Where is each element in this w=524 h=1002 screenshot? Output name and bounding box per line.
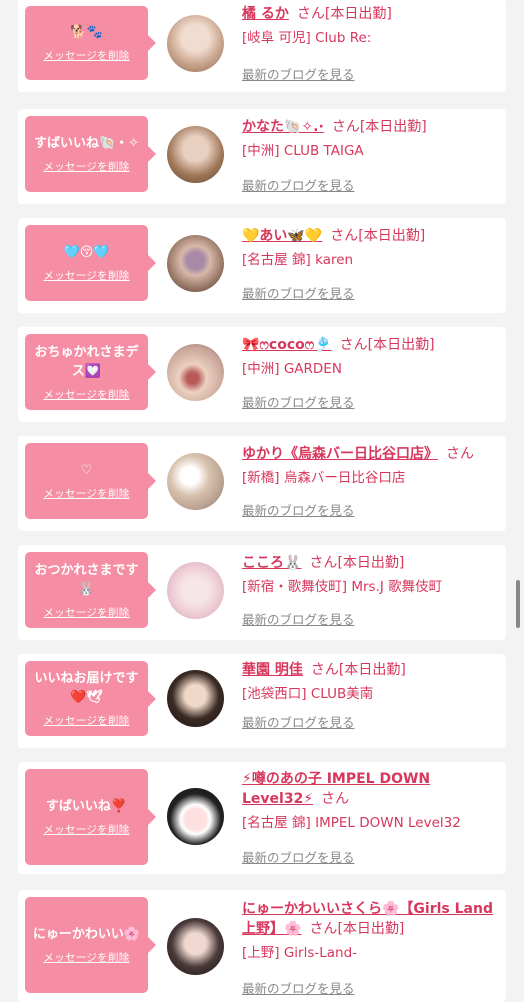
message-text: すばいいね❣️: [45, 799, 128, 814]
status-label: [本日出勤]: [338, 662, 406, 678]
delete-message-link[interactable]: メッセージを削除: [43, 387, 129, 402]
avatar[interactable]: [167, 670, 224, 727]
delete-message-link[interactable]: メッセージを削除: [43, 159, 129, 174]
status-label: [本日出勤]: [359, 119, 427, 135]
shop-label: [新橋] 烏森バー日比谷口店: [242, 470, 406, 486]
status-label: [本日出勤]: [337, 921, 405, 937]
cast-card: いいねお届けです❤️🕊 メッセージを削除 華園 明佳 さん[本日出勤] [池袋西口…: [18, 654, 506, 748]
cast-name-link[interactable]: ゆかり《烏森バー日比谷口店》: [242, 446, 438, 462]
message-bubble: にゅーかわいい🌸 メッセージを削除: [25, 897, 156, 993]
message-bubble: おつかれさまです🐰 メッセージを削除: [25, 552, 156, 628]
message-text: 🐕🐾: [70, 25, 103, 40]
delete-message-link[interactable]: メッセージを削除: [43, 605, 129, 620]
message-text: ♡: [80, 463, 93, 478]
san-label: さん: [321, 791, 350, 807]
message-bubble: ♡ メッセージを削除: [25, 443, 156, 519]
cast-name-link[interactable]: 華園 明佳: [242, 662, 303, 678]
san-label: さん: [331, 119, 360, 135]
san-label: さん: [309, 921, 338, 937]
message-text: 🩵😚🩵: [63, 245, 110, 260]
shop-label: [中洲] GARDEN: [242, 361, 342, 377]
cast-name-link[interactable]: 🎀ෆcocoෆ🎐: [242, 337, 332, 353]
blog-link[interactable]: 最新のブログを見る: [242, 392, 355, 411]
avatar[interactable]: [167, 15, 224, 72]
blog-link[interactable]: 最新のブログを見る: [242, 847, 355, 866]
shop-label: [名古屋 錦] karen: [242, 252, 354, 268]
message-text: おつかれさまです🐰: [34, 562, 139, 597]
san-label: さん: [309, 555, 338, 571]
message-text: にゅーかわいい🌸: [32, 927, 141, 942]
avatar[interactable]: [167, 235, 224, 292]
status-label: [本日出勤]: [337, 555, 405, 571]
shop-label: [名古屋 錦] IMPEL DOWN Level32: [242, 815, 461, 831]
message-text: すばいいね🐚・✧: [33, 136, 140, 151]
cast-card: 🩵😚🩵 メッセージを削除 💛あい🦋💛 さん[本日出勤] [名古屋 錦] karen…: [18, 218, 506, 313]
san-label: さん: [330, 228, 359, 244]
message-text: おちゅかれさまデス💟: [34, 344, 139, 379]
avatar[interactable]: [167, 788, 224, 845]
cast-card: すばいいね❣️ メッセージを削除 ⚡噂のあの子 IMPEL DOWN Level…: [18, 762, 506, 874]
shop-label: [上野] Girls-Land-: [242, 945, 358, 961]
cast-card: おちゅかれさまデス💟 メッセージを削除 🎀ෆcocoෆ🎐 さん[本日出勤] [中洲…: [18, 327, 506, 422]
blog-link[interactable]: 最新のブログを見る: [242, 64, 355, 83]
blog-link[interactable]: 最新のブログを見る: [242, 609, 355, 628]
cast-name-link[interactable]: 💛あい🦋💛: [242, 228, 322, 244]
delete-message-link[interactable]: メッセージを削除: [43, 486, 129, 501]
blog-link[interactable]: 最新のブログを見る: [242, 283, 355, 302]
san-label: さん: [296, 6, 325, 22]
message-bubble: すばいいね🐚・✧ メッセージを削除: [25, 116, 156, 192]
status-label: [本日出勤]: [358, 228, 426, 244]
message-text: いいねお届けです❤️🕊: [34, 671, 139, 705]
san-label: さん: [446, 446, 474, 462]
shop-label: [岐阜 可児] Club Re:: [242, 30, 372, 46]
san-label: さん: [310, 662, 339, 678]
cast-name-link[interactable]: かなた🐚✧.·: [242, 119, 324, 135]
message-bubble: 🐕🐾 メッセージを削除: [25, 6, 156, 80]
delete-message-link[interactable]: メッセージを削除: [43, 950, 129, 965]
message-bubble: おちゅかれさまデス💟 メッセージを削除: [25, 334, 156, 410]
cast-name-link[interactable]: 橘 るか: [242, 6, 289, 22]
shop-label: [新宿・歌舞伎町] Mrs.J 歌舞伎町: [242, 579, 443, 595]
blog-link[interactable]: 最新のブログを見る: [242, 978, 355, 997]
delete-message-link[interactable]: メッセージを削除: [43, 268, 129, 283]
avatar[interactable]: [167, 453, 224, 510]
cast-name-link[interactable]: こころ🐰: [242, 555, 301, 571]
cast-card: 🐕🐾 メッセージを削除 橘 るか さん[本日出勤] [岐阜 可児] Club Re…: [18, 0, 506, 92]
message-bubble: 🩵😚🩵 メッセージを削除: [25, 225, 156, 301]
avatar[interactable]: [167, 344, 224, 401]
blog-link[interactable]: 最新のブログを見る: [242, 175, 355, 194]
scrollbar[interactable]: [516, 580, 520, 628]
message-bubble: すばいいね❣️ メッセージを削除: [25, 769, 156, 865]
blog-link[interactable]: 最新のブログを見る: [242, 500, 355, 519]
cast-card: ♡ メッセージを削除 ゆかり《烏森バー日比谷口店》 さん [新橋] 烏森バー日比谷…: [18, 436, 506, 531]
delete-message-link[interactable]: メッセージを削除: [43, 48, 129, 63]
status-label: [本日出勤]: [367, 337, 435, 353]
avatar[interactable]: [167, 562, 224, 619]
san-label: さん: [339, 337, 368, 353]
status-label: [本日出勤]: [324, 6, 392, 22]
avatar[interactable]: [167, 126, 224, 183]
cast-card: すばいいね🐚・✧ メッセージを削除 かなた🐚✧.· さん[本日出勤] [中洲] C…: [18, 109, 506, 204]
cast-card: にゅーかわいい🌸 メッセージを削除 にゅーかわいいさくら🌸【Girls Land…: [18, 890, 506, 1002]
message-bubble: いいねお届けです❤️🕊 メッセージを削除: [25, 661, 156, 736]
delete-message-link[interactable]: メッセージを削除: [43, 713, 129, 728]
shop-label: [池袋西口] CLUB美南: [242, 686, 374, 702]
delete-message-link[interactable]: メッセージを削除: [43, 822, 129, 837]
shop-label: [中洲] CLUB TAIGA: [242, 143, 364, 159]
cast-card: おつかれさまです🐰 メッセージを削除 こころ🐰 さん[本日出勤] [新宿・歌舞伎町…: [18, 545, 506, 640]
avatar[interactable]: [167, 918, 224, 975]
blog-link[interactable]: 最新のブログを見る: [242, 712, 355, 731]
